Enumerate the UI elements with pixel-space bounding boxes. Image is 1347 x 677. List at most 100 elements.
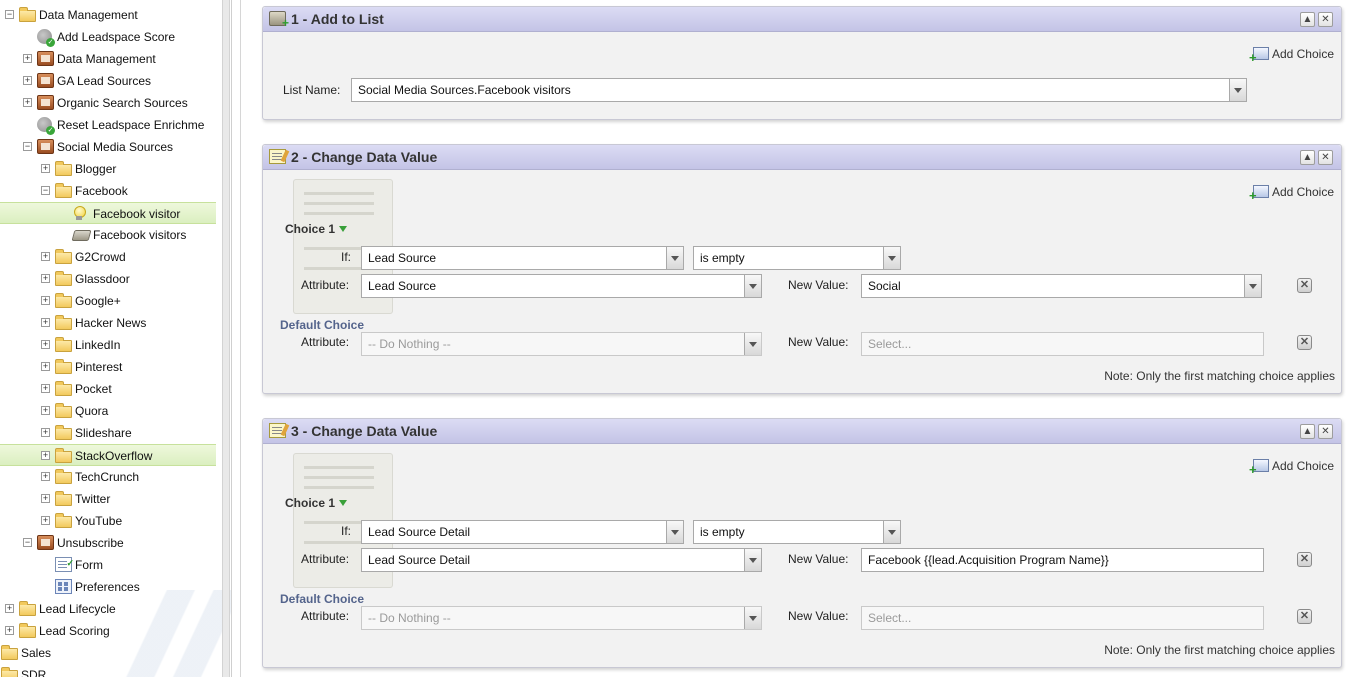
panel-splitter[interactable] [222, 0, 230, 677]
flow-step-header[interactable]: 3 - Change Data Value ▲ ✕ [263, 419, 1341, 444]
tree-item[interactable]: + Google+ [0, 290, 216, 312]
chevron-down-icon[interactable] [744, 333, 761, 355]
chevron-down-icon[interactable] [666, 247, 683, 269]
expand-icon[interactable]: + [23, 76, 32, 85]
add-choice-button[interactable]: Add Choice [1249, 47, 1334, 65]
expand-icon[interactable]: + [41, 451, 50, 460]
expand-icon[interactable]: + [41, 384, 50, 393]
add-choice-label: Add Choice [1271, 459, 1334, 473]
expand-icon[interactable]: + [5, 626, 14, 635]
expand-icon[interactable]: + [41, 516, 50, 525]
tree-item[interactable]: + Twitter [0, 488, 216, 510]
add-choice-button[interactable]: Add Choice [1249, 185, 1334, 203]
chevron-down-icon[interactable] [744, 275, 761, 297]
tree-item[interactable]: − Social Media Sources [0, 136, 216, 158]
default-new-value-input[interactable]: Select... [861, 606, 1264, 630]
tree-item[interactable]: Add Leadspace Score [0, 26, 216, 48]
tree-item[interactable]: Facebook visitor [0, 202, 216, 224]
expand-icon[interactable]: + [41, 362, 50, 371]
if-attribute-select[interactable]: Lead Source [361, 246, 684, 270]
if-operator-select[interactable]: is empty [693, 246, 901, 270]
default-new-value-input[interactable]: Select... [861, 332, 1264, 356]
flow-step-header[interactable]: 1 - Add to List ▲ ✕ [263, 7, 1341, 32]
tree-item[interactable]: + StackOverflow [0, 444, 216, 466]
chevron-down-icon[interactable] [883, 521, 900, 543]
collapse-icon[interactable]: − [23, 142, 32, 151]
close-step-button[interactable]: ✕ [1318, 424, 1333, 439]
tree-item[interactable]: + GA Lead Sources [0, 70, 216, 92]
marketing-automation-screen: − Data Management Add Leadspace Score + Data… [0, 0, 1347, 677]
tree-item[interactable]: +SDR [0, 664, 216, 677]
tree-item[interactable]: + Blogger [0, 158, 216, 180]
expand-icon[interactable]: + [41, 494, 50, 503]
tree-item[interactable]: + Hacker News [0, 312, 216, 334]
tree-item[interactable]: + YouTube [0, 510, 216, 532]
tree-item[interactable]: − Unsubscribe [0, 532, 216, 554]
list-name-select[interactable]: Social Media Sources.Facebook visitors [351, 78, 1247, 102]
expand-icon[interactable]: + [23, 98, 32, 107]
collapse-icon[interactable]: − [5, 10, 14, 19]
attribute-select[interactable]: Lead Source [361, 274, 762, 298]
expand-icon[interactable]: + [5, 604, 14, 613]
tree-item[interactable]: + Pocket [0, 378, 216, 400]
tree-item[interactable]: +Sales [0, 642, 216, 664]
new-value-input[interactable]: Facebook {{lead.Acquisition Program Name… [861, 548, 1264, 572]
expand-icon[interactable]: + [41, 428, 50, 437]
chevron-down-icon[interactable] [1244, 275, 1261, 297]
expand-icon[interactable]: + [41, 274, 50, 283]
tree-item[interactable]: Facebook visitors [0, 224, 216, 246]
chevron-down-icon[interactable] [744, 549, 761, 571]
expand-icon[interactable]: + [41, 252, 50, 261]
expand-icon[interactable]: + [41, 296, 50, 305]
choice-toggle[interactable]: Choice 1 [285, 222, 348, 236]
new-value-select[interactable]: Social [861, 274, 1262, 298]
expand-icon[interactable]: + [41, 406, 50, 415]
new-value-label: New Value: [788, 278, 849, 292]
if-operator-select[interactable]: is empty [693, 520, 901, 544]
tree-item[interactable]: − Data Management [0, 4, 216, 26]
chevron-down-icon[interactable] [1229, 79, 1246, 101]
tree-item[interactable]: Reset Leadspace Enrichme [0, 114, 216, 136]
tree-item[interactable]: + Pinterest [0, 356, 216, 378]
expand-icon[interactable]: + [23, 54, 32, 63]
expand-icon[interactable]: + [41, 164, 50, 173]
tree-item[interactable]: − Facebook [0, 180, 216, 202]
expand-icon[interactable]: + [41, 318, 50, 327]
default-attribute-select[interactable]: -- Do Nothing -- [361, 606, 762, 630]
close-step-button[interactable]: ✕ [1318, 12, 1333, 27]
if-attribute-select[interactable]: Lead Source Detail [361, 520, 684, 544]
delete-choice-button[interactable]: ✕ [1297, 278, 1312, 293]
tree-item[interactable]: Form [0, 552, 216, 576]
move-up-button[interactable]: ▲ [1300, 12, 1315, 27]
tree-item[interactable]: + LinkedIn [0, 334, 216, 356]
tree-item[interactable]: + Lead Scoring [0, 620, 216, 642]
attribute-select[interactable]: Lead Source Detail [361, 548, 762, 572]
chevron-down-icon[interactable] [883, 247, 900, 269]
choice-toggle[interactable]: Choice 1 [285, 496, 348, 510]
chevron-down-icon[interactable] [666, 521, 683, 543]
flow-step-header[interactable]: 2 - Change Data Value ▲ ✕ [263, 145, 1341, 170]
delete-choice-button[interactable]: ✕ [1297, 552, 1312, 567]
tree-item[interactable]: + Data Management [0, 48, 216, 70]
tree-item[interactable]: Preferences [0, 576, 216, 598]
tree-item[interactable]: + Glassdoor [0, 268, 216, 290]
add-choice-button[interactable]: Add Choice [1249, 459, 1334, 477]
default-attribute-select[interactable]: -- Do Nothing -- [361, 332, 762, 356]
move-up-button[interactable]: ▲ [1300, 150, 1315, 165]
tree-item[interactable]: + Quora [0, 400, 216, 422]
chevron-down-icon[interactable] [744, 607, 761, 629]
delete-default-button[interactable]: ✕ [1297, 609, 1312, 624]
move-up-button[interactable]: ▲ [1300, 424, 1315, 439]
expand-icon[interactable]: + [41, 340, 50, 349]
close-step-button[interactable]: ✕ [1318, 150, 1333, 165]
tree-item[interactable]: + Slideshare [0, 422, 216, 444]
tree-item[interactable]: + Lead Lifecycle [0, 598, 216, 620]
tree-item[interactable]: + TechCrunch [0, 466, 216, 488]
expand-icon[interactable]: + [41, 472, 50, 481]
tree-item[interactable]: + G2Crowd [0, 246, 216, 268]
folder-icon [55, 315, 72, 330]
collapse-icon[interactable]: − [41, 186, 50, 195]
collapse-icon[interactable]: − [23, 538, 32, 547]
delete-default-button[interactable]: ✕ [1297, 335, 1312, 350]
tree-item[interactable]: + Organic Search Sources [0, 92, 216, 114]
